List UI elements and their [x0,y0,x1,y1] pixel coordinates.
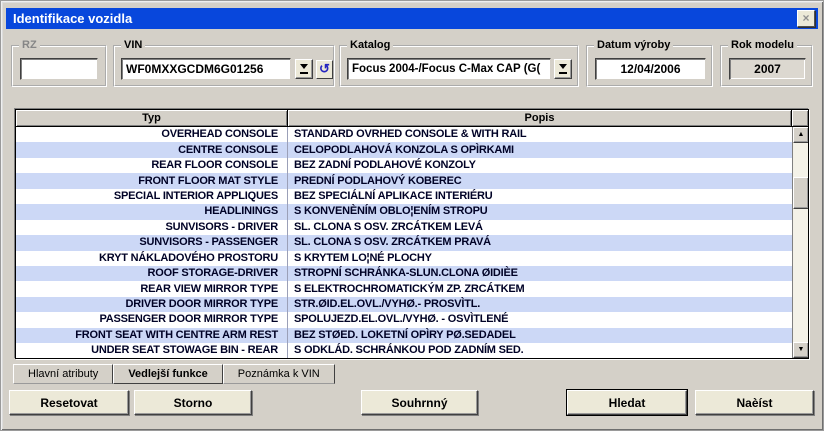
rz-input[interactable] [20,58,98,80]
scroll-up-icon[interactable]: ▲ [793,127,809,143]
dialog-title: Identifikace vozidla [13,11,132,26]
table-row[interactable]: OVERHEAD CONSOLE STANDARD OVRHED CONSOLE… [16,127,808,142]
table-row[interactable]: CENTRE CONSOLE CELOPODLAHOVÁ KONZOLA S O… [16,142,808,157]
table-row[interactable]: SUNVISORS - PASSENGER SL. CLONA S OSV. Z… [16,235,808,250]
vin-group: VIN ↺ [113,45,335,87]
close-icon[interactable]: × [797,10,815,27]
table-row[interactable]: FRONT FLOOR MAT STYLE PREDNÍ PODLAHOVÝ K… [16,173,808,188]
cell-popis: PREDNÍ PODLAHOVÝ KOBEREC [288,173,808,188]
rok-modelu-label: Rok modelu [728,39,797,52]
tabs: Hlavní atributyVedlejší funkcePoznámka k… [13,364,335,384]
cell-typ: PASSENGER DOOR MIRROR TYPE [16,312,288,327]
cell-typ: SUNVISORS - PASSENGER [16,235,288,250]
cell-popis: BEZ SPECIÁLNÍ APLIKACE INTERIÉRU [288,189,808,204]
rok-modelu-group: Rok modelu 2007 [720,45,813,87]
cell-popis: S KONVENÈNÍM OBLO¦ENÍM STROPU [288,204,808,219]
cell-popis: S ELEKTROCHROMATICKÝM ZP. ZRCÁTKEM [288,281,808,296]
cell-popis: BEZ STØED. LOKETNÍ OPÌRY PØ.SEDADEL [288,328,808,343]
katalog-input[interactable] [347,58,551,80]
dropdown-underline [300,72,308,74]
katalog-label: Katalog [347,39,393,52]
cell-typ: REAR VIEW MIRROR TYPE [16,281,288,296]
vin-history-button[interactable]: ↺ [316,60,333,79]
tab-pozn-mka-k-vin[interactable]: Poznámka k VIN [223,364,335,384]
vin-dropdown-button[interactable] [295,59,313,79]
resetovat-button[interactable]: Resetovat [9,390,129,415]
table-body: OVERHEAD CONSOLE STANDARD OVRHED CONSOLE… [16,127,808,359]
katalog-group: Katalog [339,45,579,87]
vehicle-identification-dialog: Identifikace vozidla × RZ VIN ↺ Katalog … [0,0,824,431]
vin-input[interactable] [121,58,291,80]
cell-popis: STROPNÍ SCHRÁNKA-SLUN.CLONA ØIDIÈE [288,266,808,281]
cell-typ: SUNVISORS - DRIVER [16,220,288,235]
storno-button[interactable]: Storno [134,390,252,415]
datum-vyroby-label: Datum výroby [594,39,673,52]
cell-popis: SPOLUJEZD.EL.OVL./VYHØ. - OSVÌTLENÉ [288,312,808,327]
cell-typ: REAR FLOOR CONSOLE [16,158,288,173]
cell-popis: BEZ ZADNÍ PODLAHOVÉ KONZOLY [288,158,808,173]
cell-typ: FRONT SEAT WITH CENTRE ARM REST [16,328,288,343]
title-bar[interactable]: Identifikace vozidla × [6,8,818,29]
table-row[interactable]: ROOF STORAGE-DRIVER STROPNÍ SCHRÁNKA-SLU… [16,266,808,281]
datum-vyroby-input[interactable] [595,58,706,80]
table-row[interactable]: KRYT NÁKLADOVÉHO PROSTORU S KRYTEM LO¦NÉ… [16,251,808,266]
cell-typ: KRYT NÁKLADOVÉHO PROSTORU [16,251,288,266]
cell-typ: ROOF STORAGE-DRIVER [16,266,288,281]
cell-typ: DRIVER DOOR MIRROR TYPE [16,297,288,312]
table-row[interactable]: PASSENGER DOOR MIRROR TYPE SPOLUJEZD.EL.… [16,312,808,327]
column-header-typ[interactable]: Typ [16,110,288,126]
souhrnny-button[interactable]: Souhrnný [361,390,478,415]
column-header-popis[interactable]: Popis [288,110,792,126]
table-row[interactable]: DRIVER DOOR MIRROR TYPE STR.ØID.EL.OVL./… [16,297,808,312]
cell-typ: UNDER SEAT STOWAGE BIN - REAR [16,343,288,358]
cell-popis: S KRYTEM LO¦NÉ PLOCHY [288,251,808,266]
refresh-icon: ↺ [319,61,330,76]
attributes-table: Typ Popis OVERHEAD CONSOLE STANDARD OVRH… [15,109,809,359]
header-corner [792,110,808,126]
rok-modelu-value: 2007 [729,58,806,80]
hledat-button[interactable]: Hledat [567,390,687,415]
rz-label: RZ [19,39,40,52]
nacist-button[interactable]: Naèíst [695,390,814,415]
vertical-scrollbar[interactable]: ▲ ▼ [792,127,808,358]
table-row[interactable]: FRONT SEAT WITH CENTRE ARM REST BEZ STØE… [16,328,808,343]
vin-label: VIN [121,39,145,52]
cell-typ: FRONT FLOOR MAT STYLE [16,173,288,188]
cell-typ: SPECIAL INTERIOR APPLIQUES [16,189,288,204]
table-header: Typ Popis [16,110,808,127]
dropdown-underline [559,72,567,74]
scrollbar-thumb[interactable] [793,177,809,209]
table-row[interactable]: UNDER SEAT STOWAGE BIN - REAR S ODKLÁD. … [16,343,808,358]
cell-popis: SL. CLONA S OSV. ZRCÁTKEM LEVÁ [288,220,808,235]
cell-popis: SL. CLONA S OSV. ZRCÁTKEM PRAVÁ [288,235,808,250]
cell-typ: HEADLININGS [16,204,288,219]
scrollbar-track[interactable] [793,143,808,342]
datum-vyroby-group: Datum výroby [586,45,713,87]
scroll-down-icon[interactable]: ▼ [793,342,809,358]
table-row[interactable]: SUNVISORS - DRIVER SL. CLONA S OSV. ZRCÁ… [16,220,808,235]
tab-vedlej-funkce[interactable]: Vedlejší funkce [113,364,222,384]
cell-popis: S ODKLÁD. SCHRÁNKOU POD ZADNÍM SED. [288,343,808,358]
cell-popis: STANDARD OVRHED CONSOLE & WITH RAIL [288,127,808,142]
tab-hlavn-atributy[interactable]: Hlavní atributy [13,364,113,384]
cell-popis: STR.ØID.EL.OVL./VYHØ.- PROSVÌTL. [288,297,808,312]
cell-typ: CENTRE CONSOLE [16,142,288,157]
table-row[interactable]: REAR FLOOR CONSOLE BEZ ZADNÍ PODLAHOVÉ K… [16,158,808,173]
table-row[interactable]: SPECIAL INTERIOR APPLIQUES BEZ SPECIÁLNÍ… [16,189,808,204]
katalog-dropdown-button[interactable] [554,59,572,79]
cell-typ: OVERHEAD CONSOLE [16,127,288,142]
cell-popis: CELOPODLAHOVÁ KONZOLA S OPÌRKAMI [288,142,808,157]
rz-group: RZ [11,45,107,87]
table-row[interactable]: REAR VIEW MIRROR TYPE S ELEKTROCHROMATIC… [16,281,808,296]
table-row[interactable]: HEADLININGS S KONVENÈNÍM OBLO¦ENÍM STROP… [16,204,808,219]
